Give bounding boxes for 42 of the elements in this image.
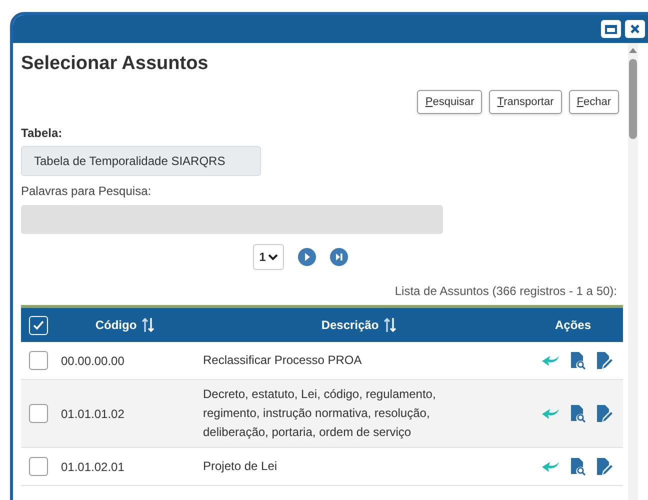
page-select[interactable]: 1: [253, 244, 284, 270]
last-page-icon[interactable]: [330, 248, 348, 266]
scrollbar-thumb[interactable]: [629, 59, 637, 139]
search-field[interactable]: [21, 205, 443, 234]
table-cell: Reclassificar Processo PROA: [203, 353, 362, 367]
field-label: Tabela:: [21, 125, 64, 142]
maximize-button[interactable]: [601, 20, 621, 38]
field-label: Palavras para Pesquisa:: [21, 183, 152, 200]
chevron-down-icon: [268, 254, 278, 260]
document-search-icon[interactable]: [570, 404, 586, 423]
sort-icon[interactable]: [140, 317, 155, 333]
reply-arrow-icon[interactable]: [542, 354, 560, 368]
table-cell: 01.01.01.02: [61, 406, 124, 420]
toolbar-button[interactable]: Transportar: [489, 90, 562, 114]
table-cell: 00.00.00.00: [61, 354, 124, 368]
close-button[interactable]: [625, 20, 645, 38]
scrollbar[interactable]: [628, 43, 638, 500]
checkbox[interactable]: [28, 457, 48, 476]
table-cell: Projeto de Lei: [203, 459, 278, 473]
column-header[interactable]: Descrição: [321, 316, 379, 334]
next-page-icon[interactable]: [298, 248, 316, 266]
table-cell: 01.01.02.01: [61, 460, 124, 474]
document-search-icon[interactable]: [570, 457, 586, 476]
sort-icon[interactable]: [382, 317, 397, 333]
document-search-icon[interactable]: [570, 351, 586, 370]
table-select[interactable]: Tabela de Temporalidade SIARQRS: [21, 146, 261, 176]
window-title: Selecionar Assuntos: [21, 52, 210, 76]
table-cell: Decreto, estatuto, Lei, código, regulamento, regimento, instrução normativa, resolução, deliberação, portaria, ordem de serviço: [203, 387, 436, 439]
check-icon: [32, 318, 44, 332]
toolbar-button[interactable]: Pesquisar: [417, 90, 482, 114]
close-icon: [630, 24, 640, 34]
document-edit-icon[interactable]: [596, 351, 612, 370]
column-header[interactable]: Código: [95, 316, 137, 334]
document-edit-icon[interactable]: [596, 457, 612, 476]
toolbar-button[interactable]: Fechar: [568, 90, 619, 114]
scroll-up-icon[interactable]: [629, 47, 637, 53]
document-edit-icon[interactable]: [596, 404, 612, 423]
checkbox[interactable]: [28, 404, 48, 423]
reply-arrow-icon[interactable]: [542, 460, 560, 474]
column-header: Ações: [554, 317, 592, 334]
list-summary: Lista de Assuntos (366 registros - 1 a 50):: [394, 283, 618, 300]
checkbox[interactable]: [28, 351, 48, 370]
